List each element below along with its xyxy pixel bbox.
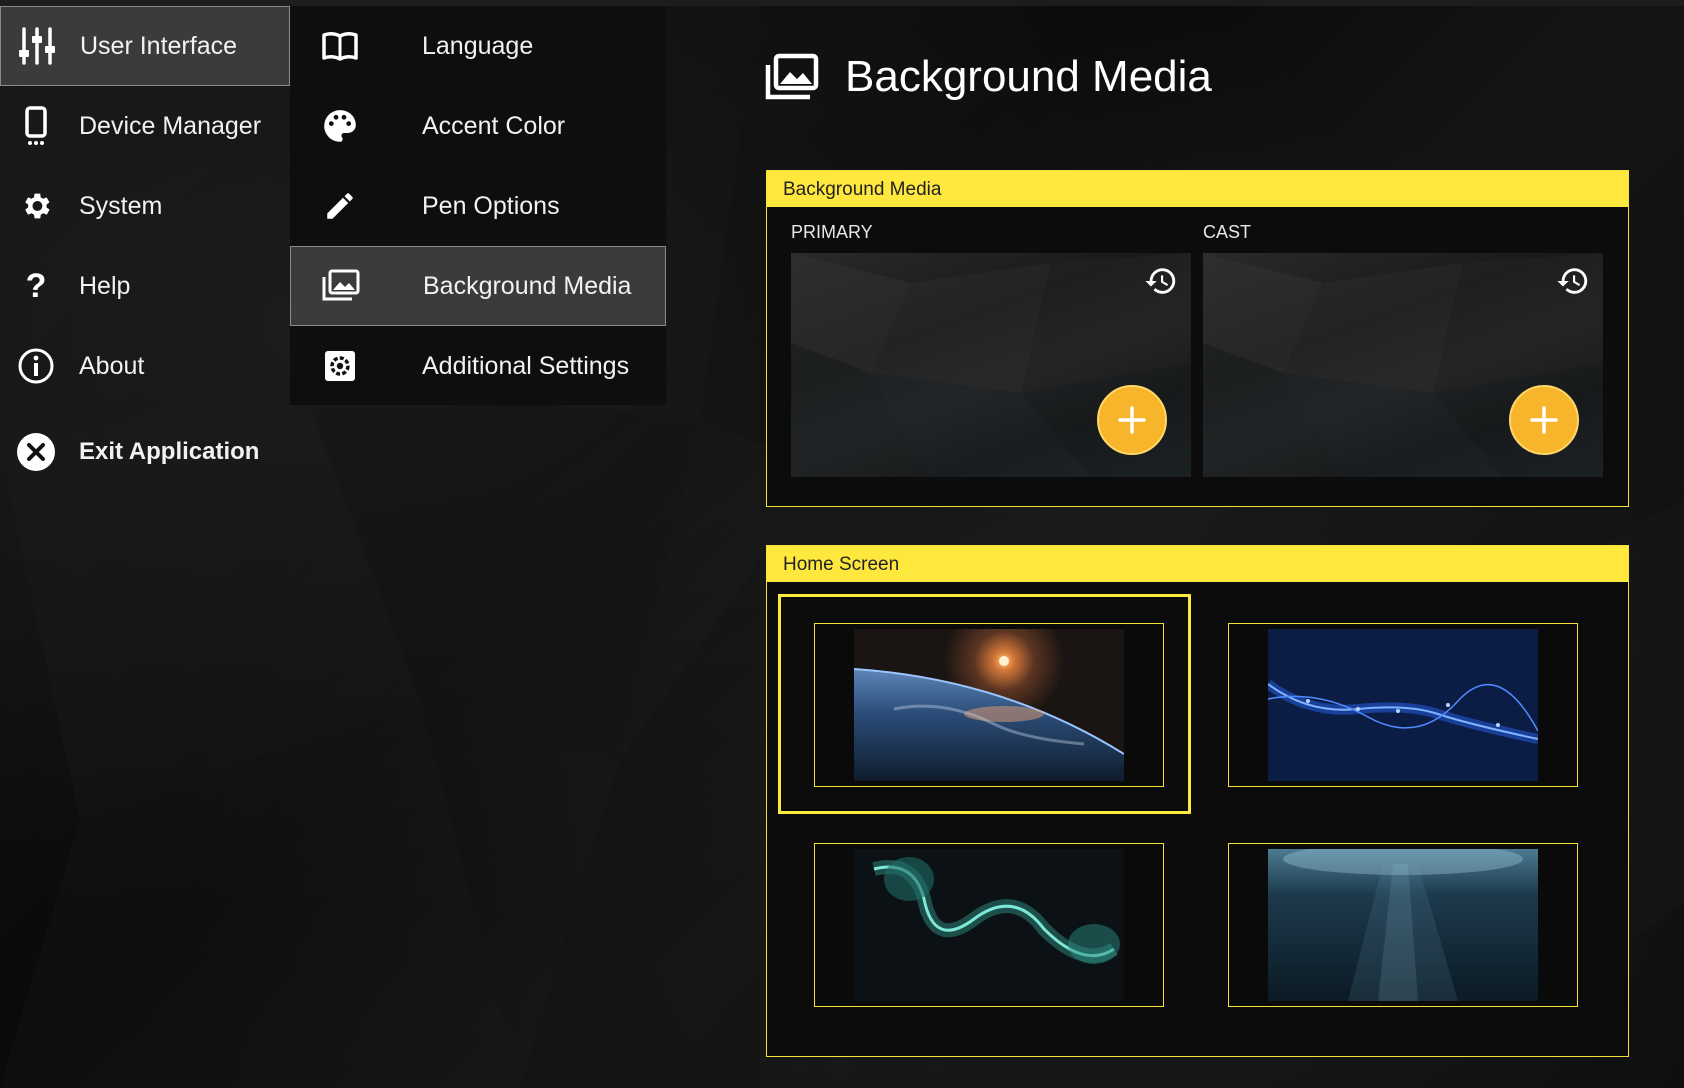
nav-device-manager[interactable]: Device Manager	[0, 86, 290, 166]
device-icon	[16, 106, 56, 146]
restore-default-button[interactable]	[1553, 261, 1593, 301]
primary-media: PRIMARY	[791, 207, 1191, 477]
palette-icon	[320, 106, 360, 146]
primary-label: PRIMARY	[791, 222, 873, 242]
info-icon	[16, 346, 56, 386]
book-icon	[320, 26, 360, 66]
nav-label: Device Manager	[79, 111, 262, 140]
nav-label: System	[79, 191, 163, 220]
home-screen-option[interactable]	[1228, 843, 1578, 1007]
panel-header: Home Screen	[767, 546, 1628, 582]
background-media-panel: Background Media PRIMARY CAST	[766, 170, 1629, 507]
cast-label: CAST	[1203, 222, 1252, 242]
nav-label: User Interface	[80, 31, 238, 60]
images-icon	[321, 266, 361, 306]
earth-sunrise-image	[854, 629, 1124, 781]
nav-label: Accent Color	[422, 111, 566, 140]
nav-help[interactable]: ? Help	[0, 246, 290, 326]
nav-language[interactable]: Language	[290, 6, 666, 86]
nav-label: Background Media	[423, 271, 632, 300]
nav-label: Pen Options	[422, 191, 560, 220]
plus-icon	[1530, 406, 1558, 434]
blue-network-wave-image	[1268, 629, 1538, 781]
home-screen-option[interactable]	[1228, 623, 1578, 787]
home-screen-panel: Home Screen	[766, 545, 1629, 1057]
sliders-icon	[17, 26, 57, 66]
history-icon	[1145, 268, 1176, 294]
primary-nav: User Interface Device Manager System ? H…	[0, 6, 290, 492]
nav-label: Help	[79, 271, 131, 300]
nav-exit-application[interactable]: Exit Application	[0, 412, 290, 492]
nav-accent-color[interactable]: Accent Color	[290, 86, 666, 166]
close-circle-icon	[16, 432, 56, 472]
nav-pen-options[interactable]: Pen Options	[290, 166, 666, 246]
gear-icon	[16, 186, 56, 226]
nav-label: Language	[422, 31, 534, 60]
underwater-light-image	[1268, 849, 1538, 1001]
home-screen-option[interactable]	[814, 623, 1164, 787]
settings-box-icon	[320, 346, 360, 386]
page-heading: Background Media	[765, 52, 1212, 102]
plus-icon	[1118, 406, 1146, 434]
panel-header: Background Media	[767, 171, 1628, 207]
cast-media: CAST	[1203, 207, 1603, 477]
nav-background-media[interactable]: Background Media	[290, 246, 666, 326]
home-screen-option[interactable]	[814, 843, 1164, 1007]
question-icon: ?	[25, 266, 47, 305]
nav-label: About	[79, 351, 145, 380]
nav-label: Exit Application	[79, 438, 260, 465]
nav-about[interactable]: About	[0, 326, 290, 406]
nav-additional-settings[interactable]: Additional Settings	[290, 326, 666, 406]
primary-thumbnail	[791, 253, 1191, 477]
restore-default-button[interactable]	[1141, 261, 1181, 301]
add-cast-media-button[interactable]	[1509, 385, 1579, 455]
nav-user-interface[interactable]: User Interface	[0, 6, 290, 86]
add-primary-media-button[interactable]	[1097, 385, 1167, 455]
secondary-nav: Language Accent Color Pen Options Backgr…	[290, 6, 666, 405]
teal-smoke-image	[854, 849, 1124, 1001]
cast-thumbnail	[1203, 253, 1603, 477]
page-title: Background Media	[845, 52, 1212, 101]
history-icon	[1557, 268, 1588, 294]
images-icon	[765, 53, 819, 100]
nav-system[interactable]: System	[0, 166, 290, 246]
nav-label: Additional Settings	[422, 351, 630, 380]
pen-icon	[320, 186, 360, 226]
